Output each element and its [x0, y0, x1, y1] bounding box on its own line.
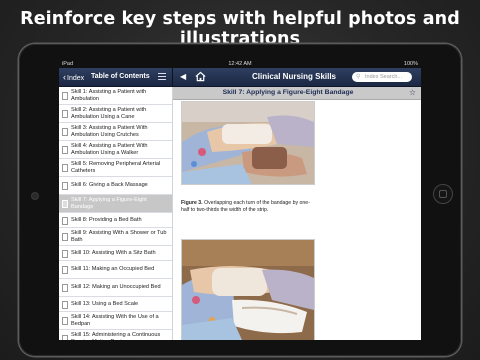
figure-caption: Figure 3. Overlapping each turn of the b…: [181, 200, 316, 214]
document-icon: [62, 249, 68, 258]
toc-item-label: Skill 6: Giving a Back Massage: [71, 182, 148, 188]
document-icon: [62, 266, 68, 274]
toc-item-label: Skill 11: Making an Occupied Bed: [71, 266, 155, 272]
document-icon: [62, 146, 68, 154]
toc-item-label: Skill 7: Applying a Figure-Eight Bandage: [71, 196, 147, 210]
toc-item-label: Skill 12: Making an Unoccupied Bed: [71, 284, 161, 290]
figure-photo-bottom: [181, 239, 315, 340]
document-icon: [62, 128, 68, 136]
navigation-bar: ‹Index Table of Contents ◀ Clinical Nurs…: [59, 68, 421, 87]
toc-item[interactable]: Skill 14: Assisting With the Use of a Be…: [59, 312, 172, 330]
toc-item[interactable]: Skill 4: Assisting a Patient With Ambula…: [59, 141, 172, 159]
toc-item[interactable]: Skill 6: Giving a Back Massage: [59, 177, 172, 195]
status-time: 12:42 AM: [228, 61, 252, 67]
toc-item[interactable]: Skill 13: Using a Bed Scale: [59, 297, 172, 312]
battery-label: 100%: [403, 61, 418, 67]
toc-title: Table of Contents: [91, 73, 150, 80]
camera-dot: [31, 192, 39, 200]
back-to-index-button[interactable]: ‹Index: [63, 71, 84, 85]
toc-item[interactable]: Skill 3: Assisting a Patient With Ambula…: [59, 123, 172, 141]
search-icon: ⚲: [356, 74, 361, 80]
index-search-input[interactable]: ⚲ Index Search...: [352, 72, 412, 82]
figure-photo-top: [181, 101, 315, 185]
document-icon: [62, 300, 68, 309]
skill-header: Skill 7: Applying a Figure-Eight Bandage…: [173, 87, 421, 100]
app-screen: iPad 12:42 AM 100% ‹Index Table of Conte…: [59, 60, 421, 340]
toc-item[interactable]: Skill 10: Assisting With a Sitz Bath: [59, 246, 172, 261]
document-icon: [62, 92, 68, 100]
toc-item[interactable]: Skill 12: Making an Unoccupied Bed: [59, 279, 172, 297]
toc-item-label: Skill 15: Administering a Continuous Pas…: [71, 331, 161, 341]
promo-headline: Reinforce key steps with helpful photos …: [20, 9, 460, 49]
skill-content: Skill 7: Applying a Figure-Eight Bandage…: [173, 87, 421, 340]
document-icon: [62, 182, 68, 190]
toc-item-selected[interactable]: Skill 7: Applying a Figure-Eight Bandage: [59, 195, 172, 213]
app-title: Clinical Nursing Skills: [251, 72, 337, 81]
status-bar: iPad 12:42 AM 100%: [59, 60, 421, 68]
toc-item[interactable]: Skill 15: Administering a Continuous Pas…: [59, 330, 172, 340]
document-icon: [62, 335, 68, 340]
toc-item-label: Skill 14: Assisting With the Use of a Be…: [71, 313, 159, 327]
sidebar-header: ‹Index Table of Contents: [59, 68, 173, 86]
triangle-left-icon[interactable]: ◀: [180, 72, 186, 82]
star-icon[interactable]: ☆: [409, 87, 416, 99]
back-label: Index: [67, 75, 85, 82]
document-icon: [62, 216, 68, 225]
list-icon[interactable]: [158, 73, 166, 81]
toc-item-label: Skill 5: Removing Peripheral Arterial Ca…: [71, 160, 161, 174]
toc-sidebar: Skill 1: Assisting a Patient with Ambula…: [59, 87, 173, 340]
document-icon: [62, 233, 68, 241]
skill-title: Skill 7: Applying a Figure-Eight Bandage: [222, 89, 354, 96]
toc-item-label: Skill 1: Assisting a Patient with Ambula…: [71, 88, 147, 102]
document-icon: [62, 164, 68, 172]
toc-item-label: Skill 8: Providing a Bed Bath: [71, 216, 142, 223]
document-icon: [62, 110, 68, 118]
document-icon: [62, 284, 68, 292]
toc-item-label: Skill 13: Using a Bed Scale: [71, 300, 139, 307]
toc-item-label: Skill 2: Assisting a Patient with Ambula…: [71, 106, 147, 120]
search-placeholder: Index Search...: [365, 74, 402, 80]
toc-item[interactable]: Skill 5: Removing Peripheral Arterial Ca…: [59, 159, 172, 177]
toc-item[interactable]: Skill 9: Assisting With a Shower or Tub …: [59, 228, 172, 246]
chevron-left-icon: ‹: [63, 72, 66, 82]
home-icon[interactable]: [195, 71, 206, 82]
document-icon: [62, 200, 68, 208]
toc-item-label: Skill 4: Assisting a Patient With Ambula…: [71, 142, 148, 156]
document-icon: [62, 317, 68, 325]
home-button[interactable]: [433, 184, 453, 204]
toc-item-label: Skill 3: Assisting a Patient With Ambula…: [71, 124, 148, 138]
toc-item[interactable]: Skill 11: Making an Occupied Bed: [59, 261, 172, 279]
toc-item-label: Skill 10: Assisting With a Sitz Bath: [71, 249, 156, 256]
toc-item[interactable]: Skill 1: Assisting a Patient with Ambula…: [59, 87, 172, 105]
toc-item[interactable]: Skill 2: Assisting a Patient with Ambula…: [59, 105, 172, 123]
figure-label: Figure 3.: [181, 200, 203, 206]
toc-item-label: Skill 9: Assisting With a Shower or Tub …: [71, 229, 167, 243]
toc-item[interactable]: Skill 8: Providing a Bed Bath: [59, 213, 172, 228]
